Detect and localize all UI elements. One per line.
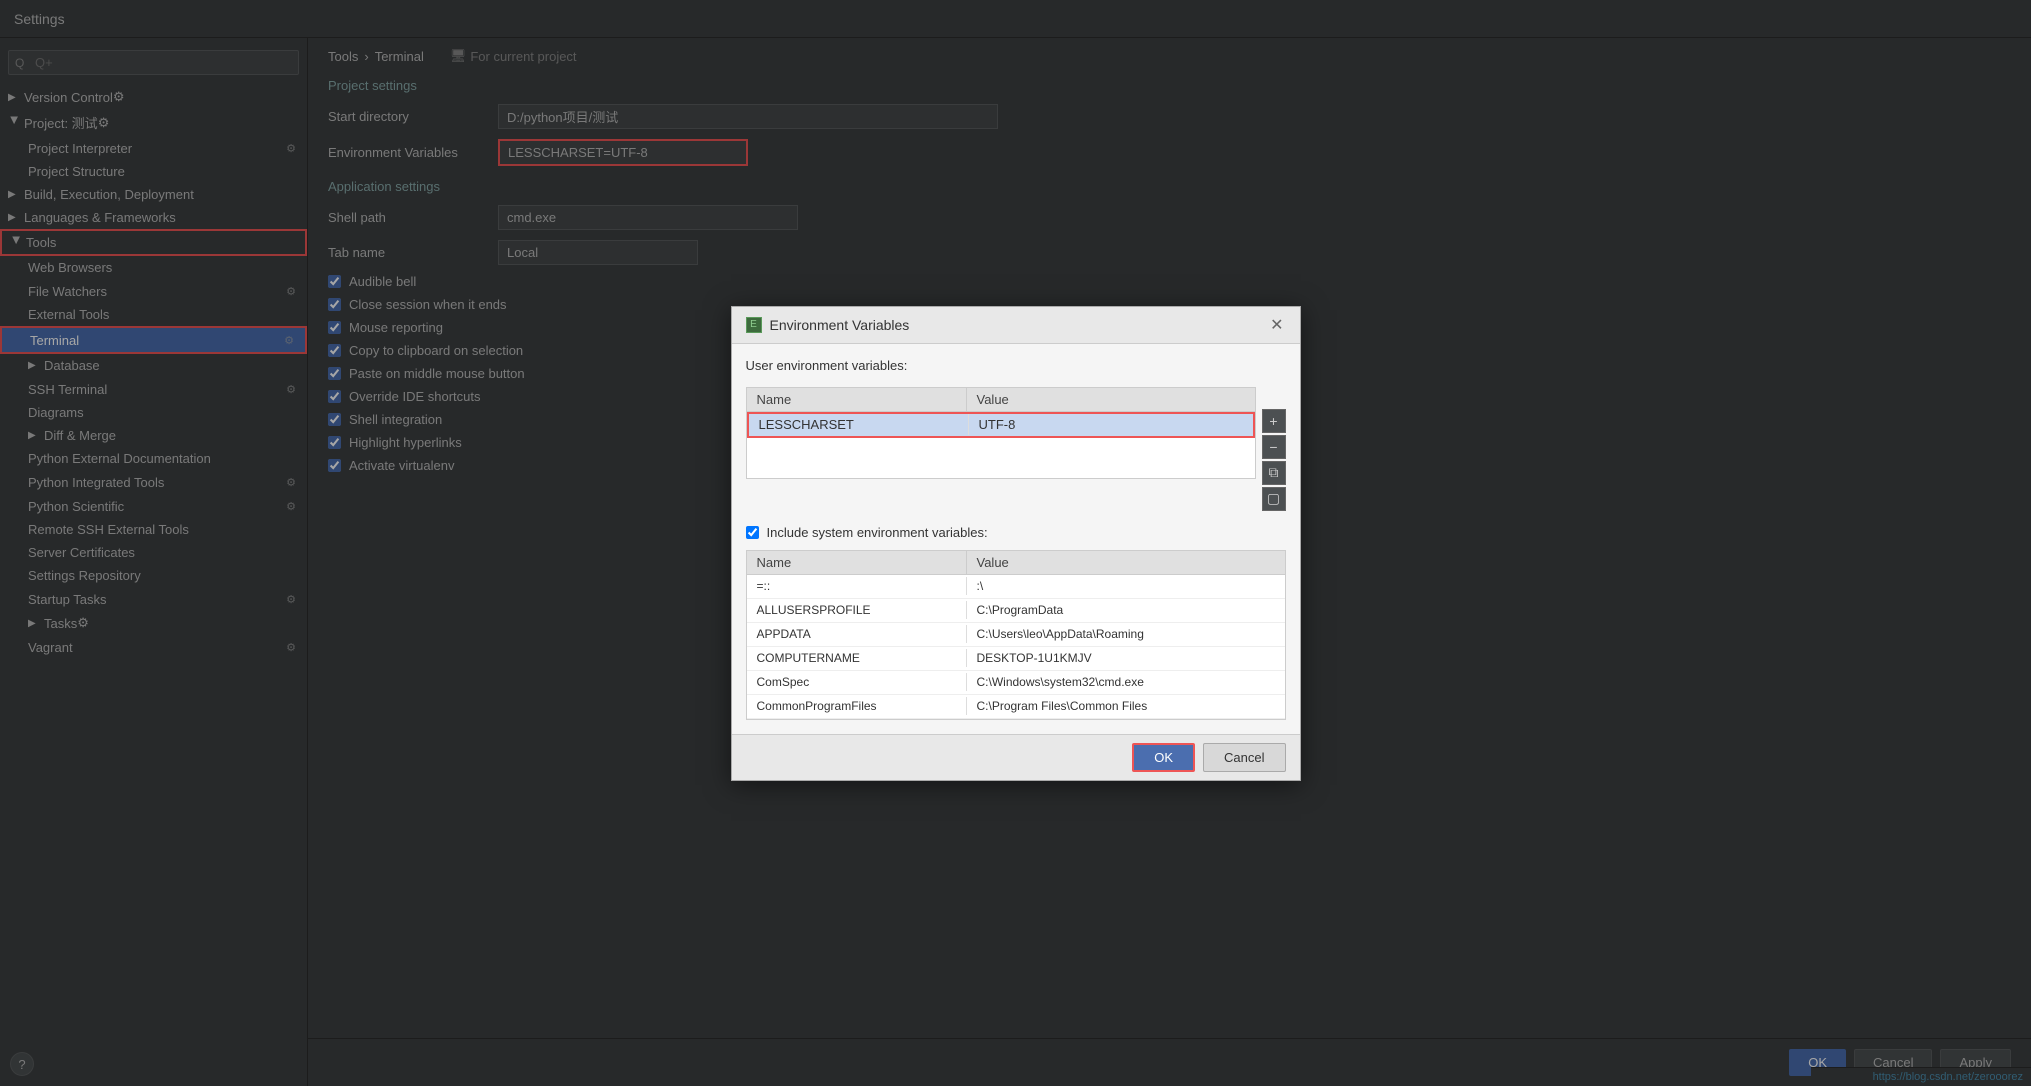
cell-name: =:: <box>747 577 967 595</box>
table-actions: + − ⧉ ▢ <box>1262 387 1286 511</box>
system-col-value-header: Value <box>967 551 1285 574</box>
add-env-button[interactable]: + <box>1262 409 1286 433</box>
table-row[interactable]: ALLUSERSPROFILE C:\ProgramData <box>747 599 1285 623</box>
dialog-title: Environment Variables <box>770 317 910 333</box>
dialog-cancel-button[interactable]: Cancel <box>1203 743 1285 772</box>
empty-row <box>747 438 1255 478</box>
user-env-label: User environment variables: <box>746 358 1286 373</box>
dialog-body: User environment variables: Name Value L… <box>732 344 1300 734</box>
cell-value: :\ <box>967 577 1285 595</box>
cell-value: C:\ProgramData <box>967 601 1285 619</box>
user-env-table: LESSCHARSET UTF-8 <box>746 411 1256 479</box>
settings-window: Settings Q ▶ Version Control ⚙ ▶ Project… <box>0 0 2031 1086</box>
dialog-overlay: E Environment Variables ✕ User environme… <box>0 0 2031 1086</box>
cell-name: COMPUTERNAME <box>747 649 967 667</box>
cell-name: APPDATA <box>747 625 967 643</box>
dialog-title-content: E Environment Variables <box>746 317 910 333</box>
user-col-value-header: Value <box>967 388 1255 411</box>
cell-name: ALLUSERSPROFILE <box>747 601 967 619</box>
cell-value: C:\Windows\system32\cmd.exe <box>967 673 1285 691</box>
dialog-close-button[interactable]: ✕ <box>1268 315 1285 335</box>
delete-env-button[interactable]: ▢ <box>1262 487 1286 511</box>
cell-name: LESSCHARSET <box>749 414 969 435</box>
user-env-section: Name Value LESSCHARSET UTF-8 <box>746 387 1286 511</box>
user-col-name-header: Name <box>747 388 967 411</box>
cell-value: C:\Users\leo\AppData\Roaming <box>967 625 1285 643</box>
cell-value: UTF-8 <box>969 414 1253 435</box>
table-row[interactable]: APPDATA C:\Users\leo\AppData\Roaming <box>747 623 1285 647</box>
table-row[interactable]: =:: :\ <box>747 575 1285 599</box>
cell-value: C:\Program Files\Common Files <box>967 697 1285 715</box>
user-env-table-header: Name Value <box>746 387 1256 411</box>
system-col-name-header: Name <box>747 551 967 574</box>
env-variables-dialog: E Environment Variables ✕ User environme… <box>731 306 1301 781</box>
env-icon: E <box>746 317 762 333</box>
table-row[interactable]: ComSpec C:\Windows\system32\cmd.exe <box>747 671 1285 695</box>
cell-value: DESKTOP-1U1KMJV <box>967 649 1285 667</box>
table-row[interactable]: CommonProgramFiles C:\Program Files\Comm… <box>747 695 1285 719</box>
dialog-title-bar: E Environment Variables ✕ <box>732 307 1300 344</box>
table-row[interactable]: LESSCHARSET UTF-8 <box>747 412 1255 438</box>
user-env-table-wrap: Name Value LESSCHARSET UTF-8 <box>746 387 1256 511</box>
cell-name: CommonProgramFiles <box>747 697 967 715</box>
include-system-row: Include system environment variables: <box>746 525 1286 540</box>
copy-env-button[interactable]: ⧉ <box>1262 461 1286 485</box>
remove-env-button[interactable]: − <box>1262 435 1286 459</box>
include-system-label: Include system environment variables: <box>767 525 988 540</box>
cell-name: ComSpec <box>747 673 967 691</box>
include-system-checkbox[interactable] <box>746 526 759 539</box>
dialog-footer: OK Cancel <box>732 734 1300 780</box>
table-row[interactable]: COMPUTERNAME DESKTOP-1U1KMJV <box>747 647 1285 671</box>
system-env-header: Name Value <box>747 551 1285 575</box>
dialog-ok-button[interactable]: OK <box>1132 743 1195 772</box>
system-env-table: Name Value =:: :\ ALLUSERSPROFILE C:\Pro… <box>746 550 1286 720</box>
